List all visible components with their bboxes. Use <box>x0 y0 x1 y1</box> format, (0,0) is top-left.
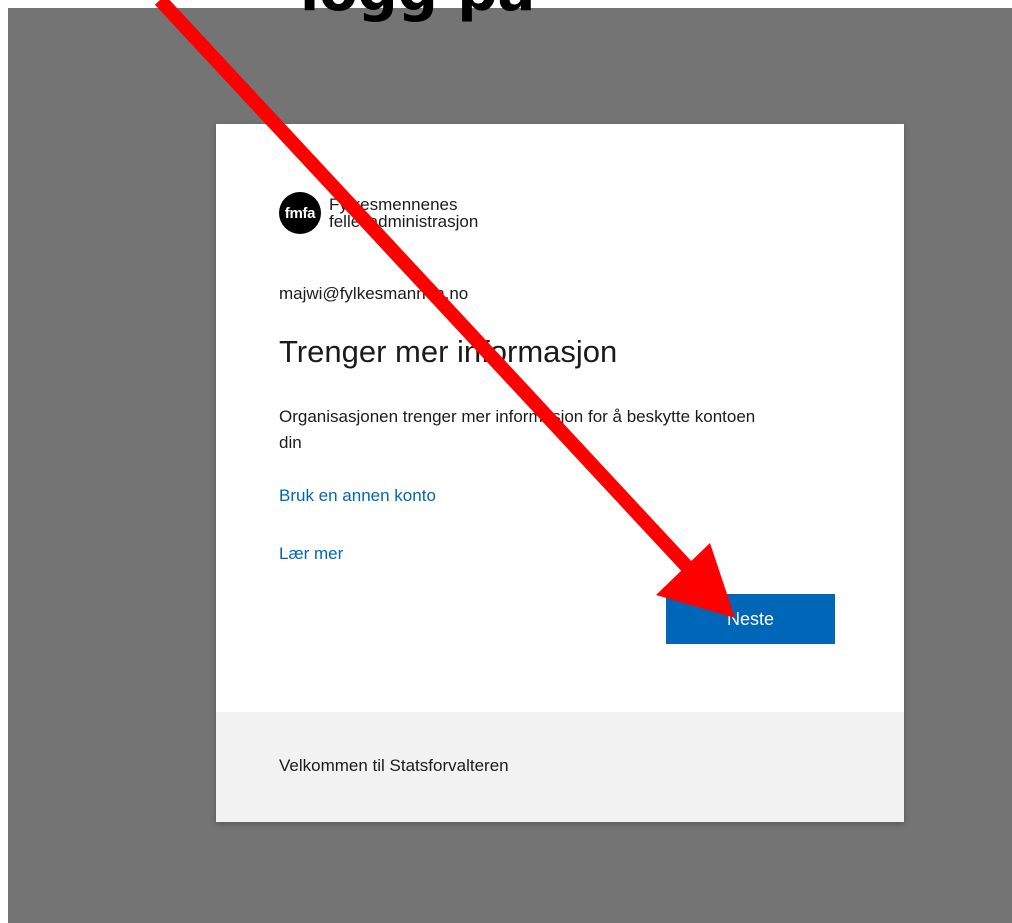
learn-more-link[interactable]: Lær mer <box>279 544 343 564</box>
logo-name: Fylkesmennenes fellesadministrasjon <box>329 196 478 230</box>
footer-text: Velkommen til Statsforvalteren <box>279 756 509 775</box>
sign-in-card: fmfa Fylkesmennenes fellesadministrasjon… <box>216 124 904 822</box>
card-footer: Velkommen til Statsforvalteren <box>216 712 904 822</box>
logo-name-line1: Fylkesmennenes <box>329 195 458 214</box>
logo-badge: fmfa <box>279 192 321 234</box>
account-email: majwi@fylkesmannen.no <box>279 284 469 303</box>
card-body: fmfa Fylkesmennenes fellesadministrasjon… <box>216 124 904 712</box>
logo-name-line2: fellesadministrasjon <box>329 212 479 231</box>
page-title: Trenger mer informasjon <box>279 334 618 369</box>
next-button[interactable]: Neste <box>666 594 835 644</box>
description-text: Organisasjonen trenger mer informasjon f… <box>279 407 756 452</box>
top-banner-text: logg på <box>300 0 535 20</box>
use-another-account-link[interactable]: Bruk en annen konto <box>279 486 436 506</box>
organization-logo: fmfa Fylkesmennenes fellesadministrasjon <box>279 192 478 234</box>
